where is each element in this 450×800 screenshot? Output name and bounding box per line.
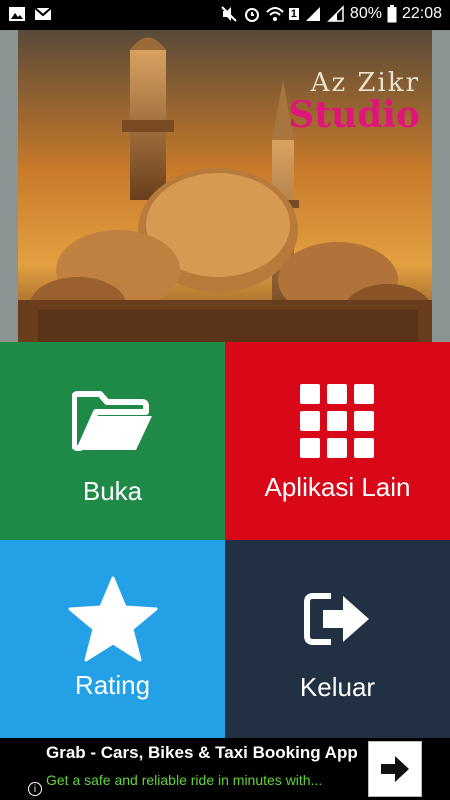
arrow-right-icon — [381, 756, 409, 782]
ad-info-icon[interactable]: i — [28, 782, 42, 796]
open-label: Buka — [82, 476, 143, 506]
header-banner: Az Zikr Studio — [0, 30, 450, 342]
ad-subtitle[interactable]: Get a safe and reliable ride in minutes … — [46, 772, 322, 788]
ad-title[interactable]: Grab - Cars, Bikes & Taxi Booking App — [46, 743, 358, 763]
email-notification-icon — [34, 7, 52, 20]
wifi-icon — [266, 7, 284, 21]
battery-percent: 80% — [349, 5, 382, 22]
exit-icon — [304, 593, 369, 645]
rating-label: Rating — [74, 670, 151, 700]
other-apps-label: Aplikasi Lain — [264, 472, 411, 502]
rating-button[interactable]: Rating — [0, 540, 225, 738]
signal-icon — [305, 7, 320, 21]
apps-grid-icon — [300, 384, 374, 458]
alarm-icon — [244, 8, 259, 22]
signal-2-icon — [327, 5, 344, 22]
ad-banner[interactable]: Grab - Cars, Bikes & Taxi Booking App Ge… — [0, 738, 450, 800]
status-bar: 1 80% 22:08 — [0, 0, 450, 30]
folder-open-icon — [72, 391, 152, 451]
clock: 22:08 — [401, 5, 442, 22]
logo-subtitle: Studio — [288, 94, 420, 136]
exit-label: Keluar — [299, 672, 376, 702]
open-button[interactable]: Buka — [0, 342, 225, 540]
mute-icon — [221, 6, 237, 22]
battery-icon — [387, 5, 397, 23]
exit-button[interactable]: Keluar — [225, 540, 450, 738]
studio-logo: Az Zikr Studio — [288, 68, 420, 136]
other-apps-button[interactable]: Aplikasi Lain — [225, 342, 450, 540]
ad-open-button[interactable] — [368, 741, 422, 797]
image-notification-icon — [9, 7, 25, 21]
sim-badge: 1 — [288, 8, 299, 20]
star-icon — [68, 576, 158, 662]
